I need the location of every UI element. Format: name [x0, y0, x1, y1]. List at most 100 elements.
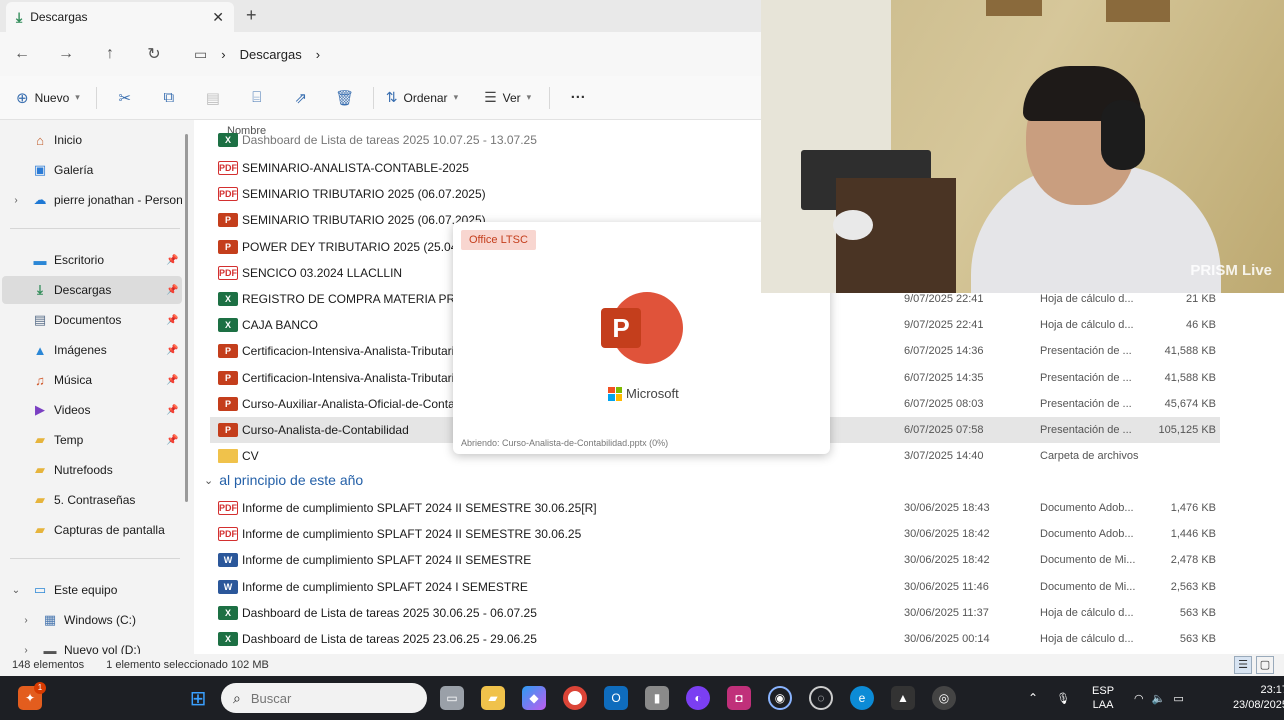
sidebar-item-imagenes[interactable]: ▲ Imágenes 📌	[2, 336, 182, 364]
pin-icon[interactable]: 📌	[166, 315, 182, 326]
sidebar-item-capturas[interactable]: ▰ Capturas de pantalla	[2, 516, 182, 544]
chevron-right-icon[interactable]: ›	[12, 615, 40, 626]
task-view-icon[interactable]: ▭	[440, 686, 464, 710]
sidebar-item-este-equipo[interactable]: ⌄ ▭ Este equipo	[2, 576, 182, 604]
paste-icon[interactable]: ▤	[191, 89, 235, 107]
pin-icon[interactable]: 📌	[166, 285, 182, 296]
chevron-right-icon[interactable]: ›	[316, 47, 320, 62]
chevron-up-icon[interactable]: ⌃	[1028, 691, 1038, 705]
search-input[interactable]	[250, 690, 401, 706]
obs-icon[interactable]: ◌	[809, 686, 833, 710]
share-icon[interactable]: ⇗	[279, 89, 323, 107]
app-icon[interactable]: ◎	[932, 686, 956, 710]
cut-icon[interactable]: ✂	[103, 89, 147, 107]
table-row[interactable]: W Informe de cumplimiento SPLAFT 2024 I S…	[210, 574, 1220, 600]
volume-icon[interactable]: 🔈	[1152, 692, 1166, 705]
sidebar-item-musica[interactable]: ♫ Música 📌	[2, 366, 182, 394]
sidebar-item-documentos[interactable]: ▤ Documentos 📌	[2, 306, 182, 334]
file-type: Presentación de ...	[1040, 345, 1132, 358]
opening-status: Abriendo: Curso-Analista-de-Contabilidad…	[461, 438, 669, 448]
sidebar-item-descargas[interactable]: ⤓ Descargas 📌	[2, 276, 182, 304]
details-view-icon[interactable]: ☰	[1234, 656, 1252, 674]
sidebar-item-contrasenas[interactable]: ▰ 5. Contraseñas	[2, 486, 182, 514]
up-button[interactable]: ↑	[88, 45, 132, 63]
language-indicator[interactable]: ESP LAA	[1092, 684, 1114, 712]
copilot-icon[interactable]: ◆	[522, 686, 546, 710]
app-icon[interactable]: ◐	[686, 686, 710, 710]
rename-icon[interactable]: ⌸	[235, 89, 279, 106]
app-icon[interactable]: ✦ 1	[18, 682, 46, 710]
sidebar-item-nuevo-vol-d[interactable]: › ▬ Nuevo vol (D:)	[12, 636, 186, 655]
breadcrumb[interactable]: ▭ › Descargas ›	[194, 46, 320, 63]
sidebar-item-onedrive[interactable]: › ☁ pierre jonathan - Personal	[2, 186, 182, 214]
sort-button[interactable]: ⇅ Ordenar ▾	[386, 89, 458, 106]
table-row[interactable]: X Dashboard de Lista de tareas 2025 30.06…	[210, 600, 1220, 626]
file-type: Documento Adob...	[1040, 528, 1134, 541]
file-date: 6/07/2025 08:03	[904, 397, 984, 410]
pin-icon[interactable]: 📌	[166, 255, 182, 266]
file-type: Presentación de ...	[1040, 397, 1132, 410]
wifi-icon[interactable]: ◠	[1134, 692, 1144, 705]
file-size: 46 KB	[1186, 319, 1216, 332]
battery-icon[interactable]: ▭	[1173, 692, 1183, 705]
forward-button[interactable]: →	[44, 45, 88, 63]
sidebar-item-windows-c[interactable]: › ▦ Windows (C:)	[12, 606, 186, 634]
new-tab-button[interactable]: +	[246, 5, 257, 26]
tiles-view-icon[interactable]: ▢	[1256, 656, 1274, 674]
chevron-down-icon[interactable]: ⌄	[2, 585, 30, 596]
chrome-icon[interactable]	[563, 686, 587, 710]
outlook-icon[interactable]: O	[604, 686, 628, 710]
tab-descargas[interactable]: ⤓ Descargas ✕	[6, 2, 234, 32]
gallery-icon: ▣	[33, 162, 47, 177]
new-button[interactable]: ⊕ Nuevo ▾	[16, 89, 80, 107]
powerpoint-file-icon: P	[218, 370, 238, 385]
app-icon[interactable]: ▲	[891, 686, 915, 710]
close-icon[interactable]: ✕	[212, 9, 224, 26]
table-row[interactable]: PDF Informe de cumplimiento SPLAFT 2024 I…	[210, 495, 1220, 521]
more-icon[interactable]: ···	[556, 89, 600, 106]
pin-icon[interactable]: 📌	[166, 435, 182, 446]
file-size: 41,588 KB	[1164, 345, 1216, 358]
app-icon[interactable]: ▮	[645, 686, 669, 710]
sidebar-item-galeria[interactable]: ▣ Galería	[2, 156, 182, 184]
back-button[interactable]: ←	[0, 45, 44, 63]
sidebar-item-nutrefoods[interactable]: ▰ Nutrefoods	[2, 456, 182, 484]
clock[interactable]: 23:17 23/08/2025	[1206, 683, 1284, 713]
sidebar-item-escritorio[interactable]: ▬ Escritorio 📌	[2, 246, 182, 274]
file-explorer-icon[interactable]: ▰	[481, 686, 505, 710]
file-date: 30/06/2025 11:37	[904, 606, 989, 619]
search-box[interactable]: ⌕	[221, 683, 427, 713]
group-header[interactable]: ⌄ al principio de este año	[204, 472, 363, 488]
file-type: Presentación de ...	[1040, 424, 1132, 436]
sidebar-item-temp[interactable]: ▰ Temp 📌	[2, 426, 182, 454]
sidebar-item-label: pierre jonathan - Personal	[54, 193, 182, 207]
chevron-right-icon[interactable]: ›	[2, 195, 30, 206]
file-date: 9/07/2025 22:41	[904, 319, 984, 332]
table-row[interactable]: X Dashboard de Lista de tareas 2025 23.06…	[210, 626, 1220, 652]
table-row[interactable]: W Informe de cumplimiento SPLAFT 2024 II …	[210, 547, 1220, 573]
delete-icon[interactable]: 🗑	[323, 89, 367, 107]
view-button[interactable]: ☰ Ver ▾	[484, 89, 531, 106]
pin-icon[interactable]: 📌	[166, 345, 182, 356]
excel-file-icon: X	[218, 632, 238, 646]
sidebar-item-videos[interactable]: ▶ Videos 📌	[2, 396, 182, 424]
breadcrumb-current[interactable]: Descargas	[240, 47, 302, 62]
sidebar-item-inicio[interactable]: ⌂ Inicio	[2, 126, 182, 154]
app-icon[interactable]: ◉	[768, 686, 792, 710]
table-row[interactable]: PDF Informe de cumplimiento SPLAFT 2024 I…	[210, 521, 1220, 547]
start-windows-icon[interactable]: ⊞	[186, 686, 210, 710]
app-icon[interactable]: ◘	[727, 686, 751, 710]
sidebar-scrollbar[interactable]	[185, 134, 188, 502]
date: 23/08/2025	[1232, 699, 1284, 711]
microphone-icon[interactable]: 🎙	[1056, 692, 1070, 705]
drive-icon: ▬	[43, 642, 57, 655]
chevron-right-icon[interactable]: ›	[12, 645, 40, 655]
powerpoint-file-icon: P	[218, 213, 238, 228]
copy-icon[interactable]: ⧉	[147, 89, 191, 106]
edge-icon[interactable]: e	[850, 686, 874, 710]
pin-icon[interactable]: 📌	[166, 375, 182, 386]
pin-icon[interactable]: 📌	[166, 405, 182, 416]
monitor-icon[interactable]: ▭	[194, 46, 207, 63]
refresh-button[interactable]: ↻	[132, 44, 176, 64]
file-size: 2,478 KB	[1170, 554, 1216, 567]
